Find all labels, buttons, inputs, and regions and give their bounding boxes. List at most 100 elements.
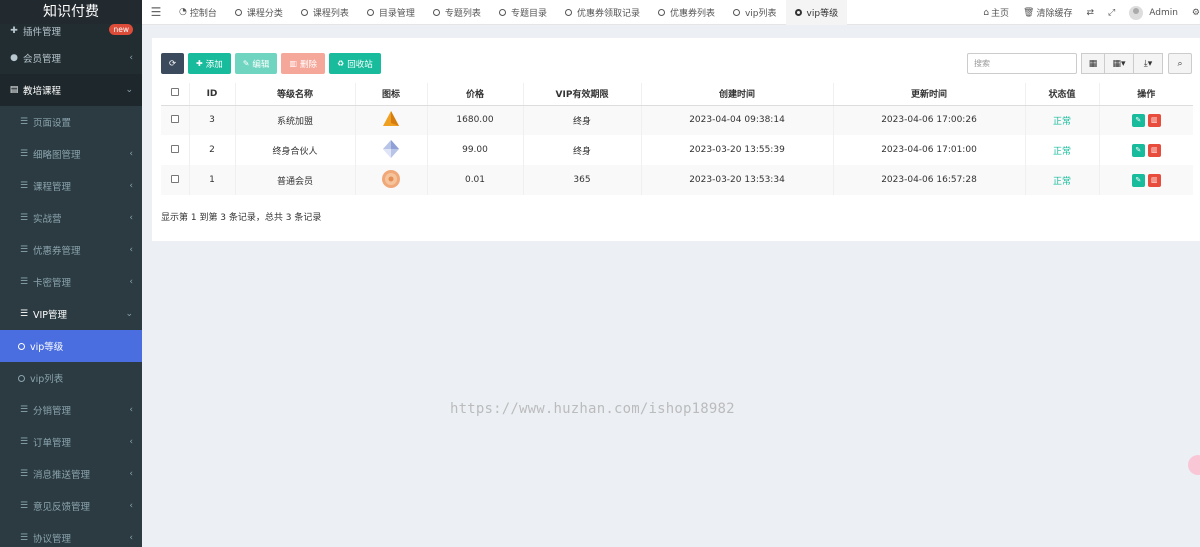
row-edit-button[interactable]: ✎ xyxy=(1131,143,1145,157)
sidebar-item-agreements[interactable]: ☰ 协议管理 ‹ xyxy=(0,522,142,547)
sidebar-item-page-settings[interactable]: ☰ 页面设置 xyxy=(0,106,142,138)
row-select-cell[interactable] xyxy=(161,165,189,195)
user-menu[interactable]: Admin xyxy=(1122,5,1185,20)
sidebar-item-label: 插件管理 xyxy=(23,27,62,38)
row-checkbox[interactable] xyxy=(170,144,179,153)
sidebar-item-course-manage[interactable]: ☰ 课程管理 ‹ xyxy=(0,170,142,202)
columns-dropdown[interactable]: ▦▾ xyxy=(1104,53,1134,74)
fullscreen-button[interactable]: ⤢ xyxy=(1101,8,1122,18)
cell-created: 2023-03-20 13:53:34 xyxy=(640,165,833,195)
tab-topic-list[interactable]: 专题列表 xyxy=(424,0,490,25)
tab-label: vip列表 xyxy=(744,8,777,19)
circle-icon xyxy=(366,8,374,16)
cell-icon xyxy=(354,105,427,135)
row-select-cell[interactable] xyxy=(161,105,189,135)
tab-course-list[interactable]: 课程列表 xyxy=(292,0,358,25)
delete-label: 删除 xyxy=(300,59,318,70)
column-header[interactable]: VIP有效期限 xyxy=(522,83,641,106)
advanced-search-button[interactable]: ⌕ xyxy=(1168,53,1192,74)
tab-coupon-records[interactable]: 优惠券领取记录 xyxy=(556,0,649,25)
cell-period: 终身 xyxy=(522,105,641,135)
row-checkbox[interactable] xyxy=(170,114,179,123)
vip-level-panel: ⟳ ✚ 添加 ✎ 编辑 ▥ 删除 ♻ 回收站 搜索 ▦ ▦▾ ⤓▾ ⌕ ID 等… xyxy=(152,38,1200,241)
sidebar-item-label: 课程管理 xyxy=(33,182,72,193)
sidebar-item-orders[interactable]: ☰ 订单管理 ‹ xyxy=(0,426,142,458)
status-badge: 正常 xyxy=(1024,165,1099,195)
tab-vip-list[interactable]: vip列表 xyxy=(724,0,786,25)
tab-dashboard[interactable]: ◔ 控制台 xyxy=(170,0,226,25)
translate-button[interactable]: ⇄ xyxy=(1079,8,1101,18)
tab-label: 优惠券领取记录 xyxy=(576,8,640,19)
circle-icon xyxy=(18,342,25,350)
sidebar-item-vip-list[interactable]: vip列表 xyxy=(0,362,142,394)
settings-button[interactable]: ⚙ xyxy=(1185,8,1200,18)
cell-id: 2 xyxy=(188,135,235,165)
sidebar-item-card-keys[interactable]: ☰ 卡密管理 ‹ xyxy=(0,266,142,298)
column-header[interactable]: ID xyxy=(188,83,235,106)
row-edit-button[interactable]: ✎ xyxy=(1131,113,1145,127)
sidebar-item-members[interactable]: ● 会员管理 ‹ xyxy=(0,42,142,74)
sidebar-item-push[interactable]: ☰ 消息推送管理 ‹ xyxy=(0,458,142,490)
circle-icon xyxy=(432,8,440,16)
column-header[interactable]: 操作 xyxy=(1098,83,1193,106)
list-icon: ☰ xyxy=(19,245,29,255)
columns-icon: ▦▾ xyxy=(1112,58,1126,69)
tab-vip-level[interactable]: vip等级 xyxy=(785,0,848,25)
tab-course-category[interactable]: 课程分类 xyxy=(226,0,292,25)
tab-topic-catalog[interactable]: 专题目录 xyxy=(490,0,556,25)
table-row[interactable]: 3 系统加盟 1680.00 终身 2023-04-04 09:38:14 20… xyxy=(161,105,1193,135)
home-link[interactable]: ⌂ 主页 xyxy=(976,6,1016,20)
edit-button[interactable]: ✎ 编辑 xyxy=(234,53,278,74)
column-header[interactable]: 更新时间 xyxy=(832,83,1025,106)
delete-button[interactable]: ▥ 删除 xyxy=(281,53,326,74)
table-header-row: ID 等级名称 图标 价格 VIP有效期限 创建时间 更新时间 状态值 操作 xyxy=(161,83,1193,106)
sidebar-item-vip[interactable]: ☰ VIP管理 ⌄ xyxy=(0,298,142,330)
column-header[interactable]: 等级名称 xyxy=(234,83,355,106)
column-header[interactable]: 状态值 xyxy=(1024,83,1099,106)
row-select-cell[interactable] xyxy=(161,135,189,165)
sidebar-item-bootcamp[interactable]: ☰ 实战营 ‹ xyxy=(0,202,142,234)
column-header[interactable]: 图标 xyxy=(354,83,427,106)
sidebar-item-feedback[interactable]: ☰ 意见反馈管理 ‹ xyxy=(0,490,142,522)
refresh-button[interactable]: ⟳ xyxy=(161,53,184,74)
cell-period: 365 xyxy=(522,165,641,195)
column-header[interactable]: 价格 xyxy=(426,83,523,106)
search-input[interactable]: 搜索 xyxy=(967,53,1077,74)
table-row[interactable]: 2 终身合伙人 99.00 终身 2023-03-20 13:55:39 202… xyxy=(161,135,1193,165)
menu-toggle-icon[interactable]: ☰ xyxy=(142,5,170,19)
table-row[interactable]: 1 普通会员 0.01 365 2023-03-20 13:53:34 2023… xyxy=(161,165,1193,195)
sidebar-item-thumbnail[interactable]: ☰ 细略图管理 ‹ xyxy=(0,138,142,170)
toolbar: ⟳ ✚ 添加 ✎ 编辑 ▥ 删除 ♻ 回收站 xyxy=(161,53,381,74)
sidebar-item-plugins[interactable]: ✚ 插件管理 new xyxy=(0,20,142,42)
select-all-checkbox[interactable] xyxy=(170,88,179,97)
row-delete-button[interactable]: ▥ xyxy=(1147,143,1161,157)
sidebar-item-vip-level[interactable]: vip等级 xyxy=(0,330,142,362)
row-delete-button[interactable]: ▥ xyxy=(1147,113,1161,127)
cell-icon xyxy=(354,165,427,195)
row-edit-button[interactable]: ✎ xyxy=(1131,173,1145,187)
floating-chat-icon[interactable] xyxy=(1188,455,1200,475)
row-checkbox[interactable] xyxy=(170,174,179,183)
sidebar-item-distribution[interactable]: ☰ 分销管理 ‹ xyxy=(0,394,142,426)
list-icon: ☰ xyxy=(19,213,29,223)
cell-price: 99.00 xyxy=(426,135,523,165)
chevron-left-icon: ‹ xyxy=(129,501,133,511)
row-delete-button[interactable]: ▥ xyxy=(1147,173,1161,187)
chevron-left-icon: ‹ xyxy=(129,245,133,255)
tab-catalog[interactable]: 目录管理 xyxy=(358,0,424,25)
cell-price: 1680.00 xyxy=(426,105,523,135)
chevron-down-icon: ⌄ xyxy=(125,309,133,319)
new-badge: new xyxy=(109,24,133,35)
tab-coupon-list[interactable]: 优惠券列表 xyxy=(649,0,724,25)
select-all-header[interactable] xyxy=(161,83,189,106)
status-badge: 正常 xyxy=(1024,135,1099,165)
recycle-bin-button[interactable]: ♻ 回收站 xyxy=(329,53,381,74)
tab-label: 课程列表 xyxy=(312,8,349,19)
sidebar-item-courses[interactable]: ▤ 教培课程 ⌄ xyxy=(0,74,142,106)
add-button[interactable]: ✚ 添加 xyxy=(188,53,231,74)
export-dropdown[interactable]: ⤓▾ xyxy=(1133,53,1163,74)
toggle-view-button[interactable]: ▦ xyxy=(1081,53,1105,74)
clear-cache-button[interactable]: 🗑 清除缓存 xyxy=(1016,6,1079,20)
sidebar-item-coupons[interactable]: ☰ 优惠券管理 ‹ xyxy=(0,234,142,266)
column-header[interactable]: 创建时间 xyxy=(640,83,833,106)
